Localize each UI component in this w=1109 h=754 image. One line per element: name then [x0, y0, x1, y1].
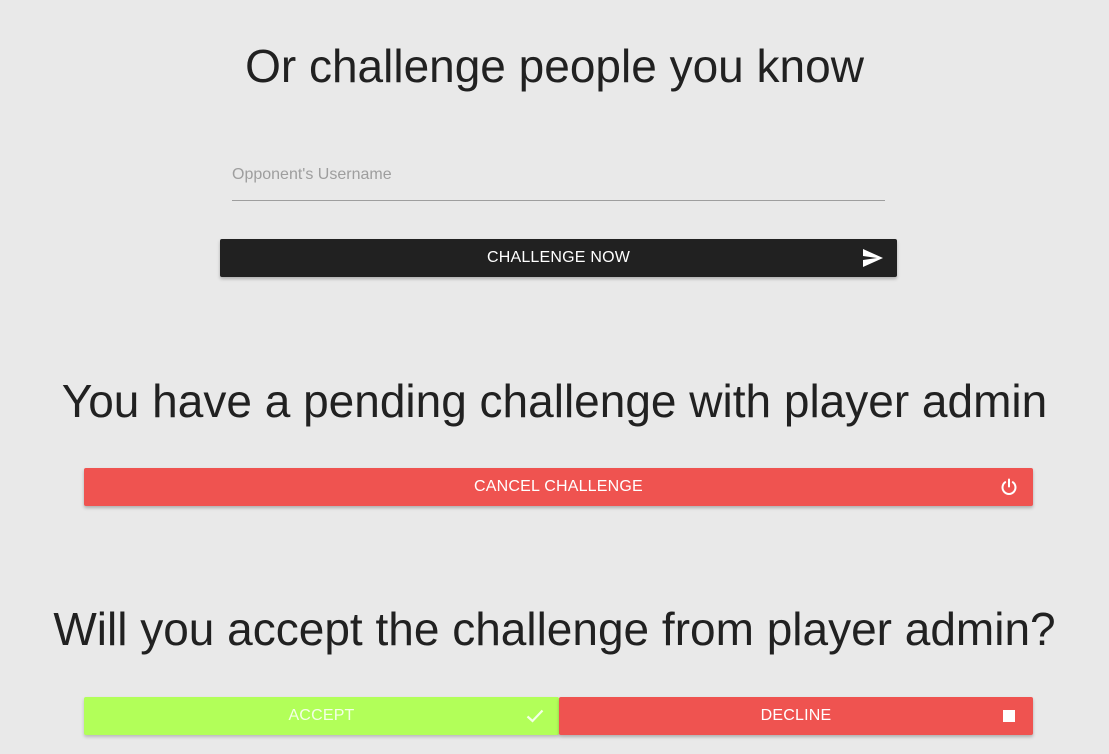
opponent-username-input[interactable]	[232, 160, 885, 190]
cancel-challenge-label: CANCEL CHALLENGE	[474, 478, 643, 495]
challenge-now-label: CHALLENGE NOW	[486, 249, 631, 266]
send-icon	[863, 248, 883, 268]
decline-button[interactable]: DECLINE	[559, 697, 1033, 735]
check-icon	[525, 706, 545, 726]
stop-icon	[999, 706, 1019, 726]
incoming-challenge-heading: Will you accept the challenge from playe…	[53, 603, 1056, 655]
pending-challenge-heading: You have a pending challenge with player…	[61, 375, 1048, 427]
decline-label: DECLINE	[760, 707, 832, 724]
opponent-username-field	[232, 160, 885, 201]
cancel-challenge-button[interactable]: CANCEL CHALLENGE	[84, 468, 1033, 506]
challenge-page: Or challenge people you know CHALLENGE N…	[0, 0, 1109, 754]
power-icon	[999, 477, 1019, 497]
accept-button[interactable]: ACCEPT	[84, 697, 559, 735]
accept-label: ACCEPT	[288, 707, 355, 724]
challenge-heading: Or challenge people you know	[245, 40, 864, 92]
challenge-now-button[interactable]: CHALLENGE NOW	[220, 239, 897, 277]
